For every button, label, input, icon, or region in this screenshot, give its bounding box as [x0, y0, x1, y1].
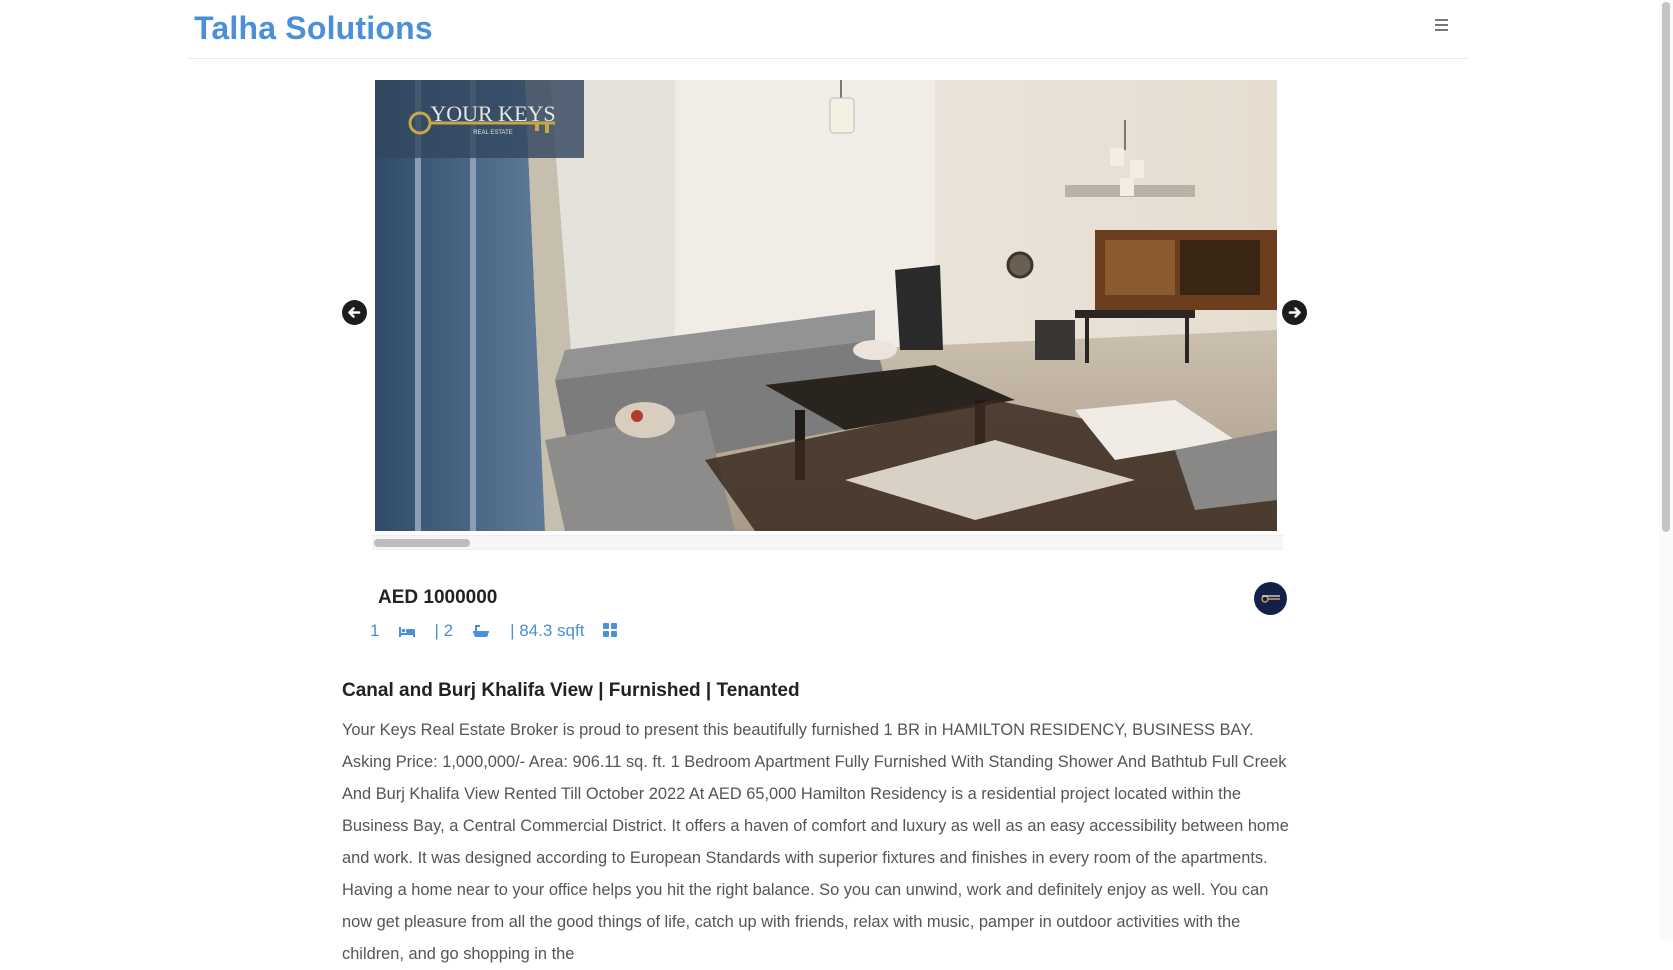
grid-area-icon	[602, 622, 618, 640]
page-scrollbar[interactable]	[1659, 0, 1673, 941]
listing-specs: 1 | 2 | 84.3 sqft	[370, 620, 618, 642]
listing-description: Your Keys Real Estate Broker is proud to…	[342, 721, 1289, 963]
watermark-text: YOUR KEYS	[430, 101, 555, 126]
bed-icon	[398, 622, 416, 640]
navbar: Talha Solutions	[188, 0, 1469, 59]
agent-logo[interactable]	[1254, 582, 1287, 615]
hamburger-menu-icon[interactable]	[1431, 16, 1451, 36]
listing-price: AED 1000000	[378, 587, 498, 608]
bath-icon	[472, 622, 490, 640]
area-value: | 84.3 sqft	[510, 621, 585, 640]
bathrooms-count: | 2	[434, 621, 454, 640]
brand-link[interactable]: Talha Solutions	[194, 10, 433, 47]
property-image-gallery: YOUR KEYS REAL ESTATE	[375, 80, 1277, 531]
watermark-subtext: REAL ESTATE	[473, 130, 513, 136]
gallery-scrollbar[interactable]	[372, 535, 1283, 550]
page-scroll-thumb[interactable]	[1662, 2, 1670, 532]
arrow-right-icon[interactable]	[1282, 300, 1307, 325]
gallery-scroll-thumb[interactable]	[374, 539, 470, 547]
arrow-left-icon[interactable]	[342, 300, 367, 325]
property-photo: YOUR KEYS REAL ESTATE	[375, 80, 1277, 531]
bedrooms-count: 1	[370, 621, 380, 640]
listing-title: Canal and Burj Khalifa View | Furnished …	[342, 680, 800, 701]
